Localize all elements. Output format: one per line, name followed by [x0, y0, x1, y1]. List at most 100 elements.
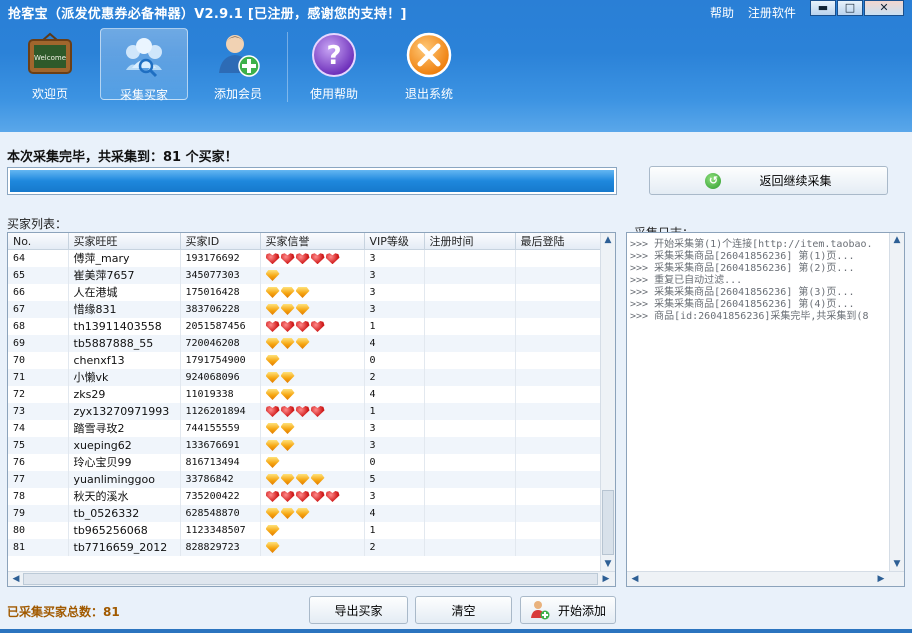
- column-header[interactable]: 买家ID: [180, 233, 261, 250]
- cell-name: chenxf13: [68, 351, 181, 369]
- scroll-thumb[interactable]: [602, 490, 614, 555]
- table-row[interactable]: 68 th13911403558 2051587456 1: [8, 317, 603, 335]
- cell-last: [515, 300, 603, 318]
- cell-no: 81: [8, 538, 69, 556]
- toolbar-welcome-button[interactable]: Welcome 欢迎页: [6, 28, 94, 101]
- cell-vip: 4: [364, 504, 425, 522]
- table-row[interactable]: 76 玲心宝贝99 816713494 0: [8, 453, 603, 471]
- toolbar-collect-buyers-button[interactable]: 采集买家: [100, 28, 188, 102]
- cell-name: 惜缘831: [68, 300, 181, 318]
- cell-reg: [424, 249, 516, 267]
- cell-no: 70: [8, 351, 69, 369]
- table-row[interactable]: 78 秋天的溪水 735200422 3: [8, 487, 603, 505]
- help-link[interactable]: 帮助: [710, 6, 734, 20]
- cell-reg: [424, 402, 516, 420]
- heart-icon: [295, 406, 310, 417]
- diamond-icon: [295, 508, 310, 519]
- toolbar-add-member-button[interactable]: 添加会员: [194, 28, 282, 101]
- cell-last: [515, 538, 603, 556]
- scroll-up-icon[interactable]: ▲: [601, 234, 615, 246]
- heart-icon: [280, 253, 295, 265]
- table-row[interactable]: 72 zks29 11019338 4: [8, 385, 603, 403]
- diamond-icon: [265, 338, 280, 349]
- cell-id: 828829723: [180, 538, 261, 556]
- diamond-icon: [265, 440, 280, 451]
- hscroll-thumb[interactable]: [23, 573, 598, 585]
- maximize-button[interactable]: □: [837, 0, 863, 16]
- heart-icon: [325, 491, 340, 502]
- buyer-list-grid[interactable]: No. 买家旺旺 买家ID 买家信誉 VIP等级 注册时间 最后登陆 64 傅萍_mary 19…: [7, 232, 616, 587]
- log-vertical-scrollbar[interactable]: ▲ ▼: [889, 233, 904, 571]
- cell-reputation: [260, 317, 365, 335]
- column-header[interactable]: 最后登陆: [515, 233, 603, 250]
- table-row[interactable]: 73 zyx13270971993 1126201894 1: [8, 402, 603, 420]
- table-row[interactable]: 75 xueping62 133676691 3: [8, 436, 603, 454]
- heart-icon: [280, 321, 295, 332]
- export-buyers-button[interactable]: 导出买家: [309, 596, 408, 624]
- table-row[interactable]: 79 tb_0526332 628548870 4: [8, 504, 603, 522]
- register-link[interactable]: 注册软件: [748, 6, 796, 20]
- cell-reputation: [260, 487, 365, 505]
- table-row[interactable]: 64 傅萍_mary 193176692 3: [8, 249, 603, 267]
- table-row[interactable]: 77 yuanliminggoo 33786842 5: [8, 470, 603, 488]
- cell-last: [515, 351, 603, 369]
- diamond-icon: [310, 474, 325, 485]
- toolbar-separator: [287, 32, 288, 102]
- window-controls: ▬ □ ✕: [809, 0, 904, 16]
- scroll-right-icon[interactable]: ▶: [599, 573, 613, 585]
- column-header[interactable]: 注册时间: [424, 233, 516, 250]
- column-header[interactable]: VIP等级: [364, 233, 425, 250]
- log-scroll-left-icon[interactable]: ◀: [628, 573, 642, 585]
- table-row[interactable]: 81 tb7716659_2012 828829723 2: [8, 538, 603, 556]
- log-horizontal-scrollbar[interactable]: ◀ ▶: [627, 571, 904, 586]
- cell-reputation: [260, 266, 365, 284]
- table-row[interactable]: 74 踏雪寻玫2 744155559 3: [8, 419, 603, 437]
- buyer-list-horizontal-scrollbar[interactable]: ◀ ▶: [8, 571, 615, 586]
- cell-no: 79: [8, 504, 69, 522]
- heart-icon: [295, 321, 310, 332]
- buyer-list-vertical-scrollbar[interactable]: ▲ ▼: [600, 233, 615, 571]
- scroll-left-icon[interactable]: ◀: [9, 573, 23, 585]
- cell-last: [515, 419, 603, 437]
- cell-no: 73: [8, 402, 69, 420]
- clear-button[interactable]: 清空: [415, 596, 512, 624]
- column-header[interactable]: 买家信誉: [260, 233, 365, 250]
- cell-name: tb965256068: [68, 521, 181, 539]
- diamond-icon: [265, 508, 280, 519]
- table-row[interactable]: 65 崔美萍7657 345077303 3: [8, 266, 603, 284]
- table-row[interactable]: 70 chenxf13 1791754900 0: [8, 351, 603, 369]
- table-row[interactable]: 71 小懒vk 924068096 2: [8, 368, 603, 386]
- column-header[interactable]: No.: [8, 233, 69, 250]
- log-scroll-down-icon[interactable]: ▼: [890, 558, 904, 570]
- log-line: >>> 采集采集商品[26041856236] 第(4)页...: [630, 299, 855, 310]
- toolbar-help-button[interactable]: ? 使用帮助: [290, 28, 378, 101]
- minimize-button[interactable]: ▬: [810, 0, 836, 16]
- log-scroll-up-icon[interactable]: ▲: [890, 234, 904, 246]
- cell-last: [515, 436, 603, 454]
- column-header[interactable]: 买家旺旺: [68, 233, 181, 250]
- buyer-list-label: 买家列表：: [7, 217, 68, 231]
- table-row[interactable]: 69 tb5887888_55 720046208 4: [8, 334, 603, 352]
- cell-reputation: [260, 300, 365, 318]
- table-row[interactable]: 67 惜缘831 383706228 3: [8, 300, 603, 318]
- heart-icon: [310, 406, 325, 417]
- table-row[interactable]: 80 tb965256068 1123348507 1: [8, 521, 603, 539]
- close-button[interactable]: ✕: [864, 0, 904, 16]
- cell-reputation: [260, 368, 365, 386]
- diamond-icon: [280, 372, 295, 383]
- collection-log-panel[interactable]: >>> 开始采集第(1)个连接[http://item.taobao. >>> 采…: [626, 232, 905, 587]
- cell-reg: [424, 436, 516, 454]
- cell-reputation: [260, 436, 365, 454]
- log-scroll-right-icon[interactable]: ▶: [874, 573, 888, 585]
- back-continue-button[interactable]: ↺ 返回继续采集: [649, 166, 888, 195]
- table-row[interactable]: 66 人在港城 175016428 3: [8, 283, 603, 301]
- log-line: >>> 采集采集商品[26041856236] 第(2)页...: [630, 263, 855, 274]
- cell-name: tb5887888_55: [68, 334, 181, 352]
- cell-reputation: [260, 283, 365, 301]
- cell-reg: [424, 538, 516, 556]
- diamond-icon: [265, 270, 280, 281]
- start-add-button[interactable]: 开始添加: [520, 596, 616, 624]
- cell-vip: 2: [364, 538, 425, 556]
- scroll-down-icon[interactable]: ▼: [601, 558, 615, 570]
- toolbar-exit-button[interactable]: 退出系统: [385, 28, 473, 101]
